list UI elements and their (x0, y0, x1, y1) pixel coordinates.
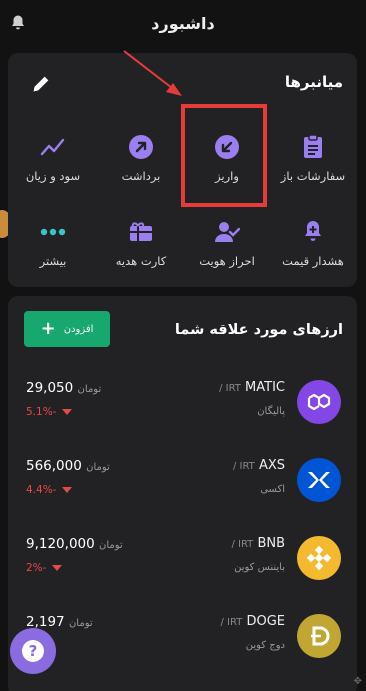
shortcut-open-orders[interactable]: سفارشات باز (278, 133, 348, 183)
shortcut-label: سود و زیان (25, 169, 81, 183)
coin-price: تومان 9,120,000 (26, 536, 123, 552)
help-button[interactable]: ? (10, 628, 56, 674)
coin-symbol: / IRT DOGE (220, 614, 286, 629)
coin-name: پالیگان (257, 406, 285, 417)
question-icon: ? (22, 640, 44, 662)
page-title: داشبورد (151, 13, 215, 33)
coin-row-doge[interactable]: / IRT DOGE دوج کوین تومان 2,197 (8, 606, 357, 676)
resize-icon: ✥ (353, 676, 362, 687)
favorites-title: ارزهای مورد علاقه شما (174, 322, 343, 338)
add-favorite-button[interactable]: + افزودن (24, 311, 110, 347)
shortcuts-title: میانبرها (284, 73, 343, 91)
user-check-icon (213, 218, 241, 246)
coin-price: تومان 566,000 (26, 458, 110, 474)
down-triangle-icon (62, 409, 73, 415)
shortcut-gift-card[interactable]: کارت هدیه (106, 218, 176, 268)
plus-icon: + (40, 318, 56, 339)
axie-logo-icon (297, 458, 341, 502)
shortcut-label: سفارشات باز (280, 169, 346, 183)
dogecoin-logo-icon (297, 614, 341, 658)
coin-symbol: / IRT BNB (231, 536, 285, 551)
coin-name: دوج کوین (245, 640, 285, 651)
coin-change: 4.4%- (26, 484, 73, 496)
down-triangle-icon (52, 565, 63, 571)
shortcut-withdraw[interactable]: برداشت (106, 133, 176, 183)
shortcut-price-alert[interactable]: هشدار قیمت (278, 218, 348, 268)
bell-plus-icon (299, 218, 327, 246)
deposit-highlight-box (181, 104, 267, 207)
more-dots-icon (39, 218, 67, 246)
favorites-card: ارزهای مورد علاقه شما + افزودن / IRT MAT… (8, 296, 357, 691)
shortcut-profit-loss[interactable]: سود و زیان (18, 133, 88, 183)
down-triangle-icon (62, 487, 73, 493)
shortcut-label: احراز هویت (199, 254, 255, 268)
notification-bell-icon[interactable] (9, 14, 27, 32)
coin-change: 2%- (26, 562, 63, 574)
shortcut-verification[interactable]: احراز هویت (192, 218, 262, 268)
coin-symbol: / IRT MATIC (219, 380, 285, 395)
coin-symbol: / IRT AXS (232, 458, 285, 473)
coin-name: اکسی (260, 484, 285, 495)
shortcut-label: بیشتر (39, 254, 67, 268)
withdraw-arrow-icon (127, 133, 155, 161)
clipboard-icon (299, 133, 327, 161)
gift-card-icon (127, 218, 155, 246)
binance-logo-icon (297, 536, 341, 580)
shortcut-label: کارت هدیه (115, 254, 167, 268)
shortcut-label: برداشت (121, 169, 161, 183)
coin-price: تومان 29,050 (26, 380, 102, 396)
coin-name: بایننس کوین (234, 562, 285, 573)
coin-row-bnb[interactable]: / IRT BNB بایننس کوین تومان 9,120,000 2%… (8, 528, 357, 598)
coin-row-matic[interactable]: / IRT MATIC پالیگان تومان 29,050 5.1%- (8, 372, 357, 442)
polygon-logo-icon (297, 380, 341, 424)
add-button-label: افزودن (63, 323, 94, 335)
edit-pencil-icon[interactable] (30, 73, 52, 95)
chart-line-icon (39, 133, 67, 161)
coin-row-axs[interactable]: / IRT AXS اکسی تومان 566,000 4.4%- (8, 450, 357, 520)
shortcut-label: هشدار قیمت (282, 254, 344, 268)
coin-change: 5.1%- (26, 406, 73, 418)
shortcut-more[interactable]: بیشتر (18, 218, 88, 268)
top-bar: داشبورد (0, 0, 366, 46)
